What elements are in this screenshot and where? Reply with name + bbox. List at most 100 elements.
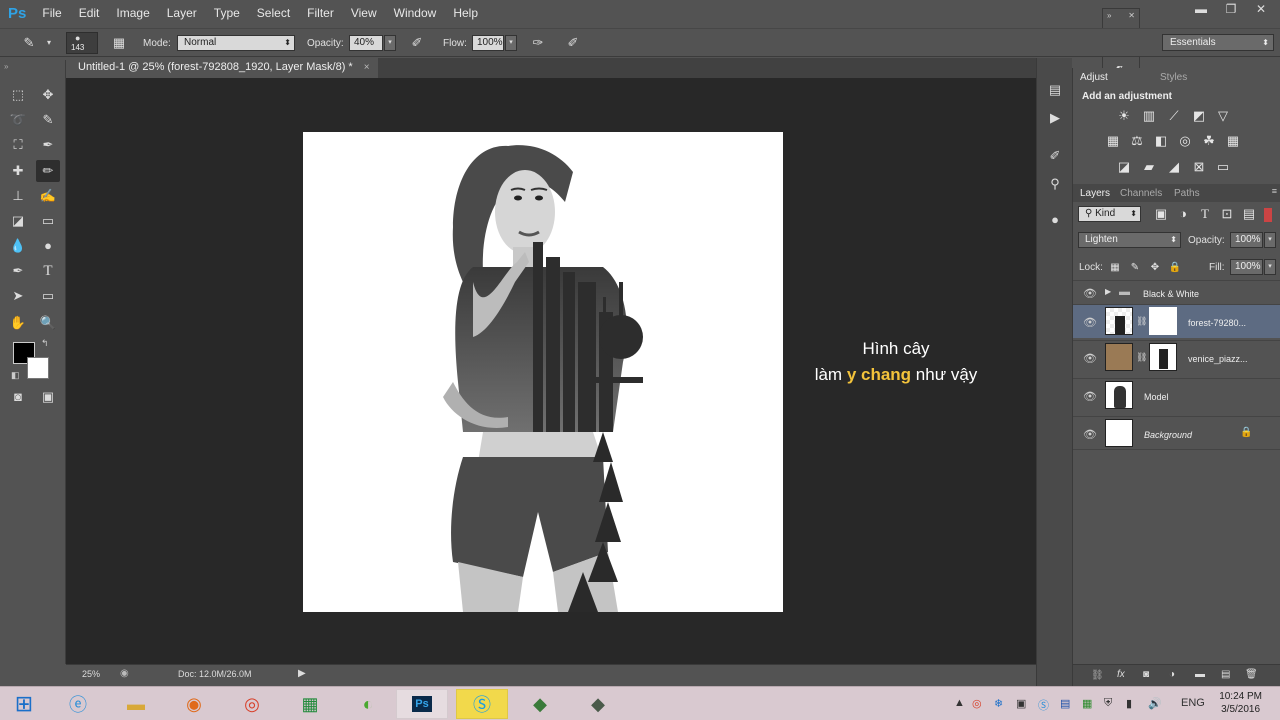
close-tab-icon[interactable]: × (364, 62, 370, 73)
collapse-icon[interactable]: » (4, 62, 8, 71)
filter-toggle[interactable] (1264, 208, 1272, 222)
status-menu-arrow-icon[interactable]: ▶ (298, 668, 306, 679)
screen-mode-icon[interactable]: ▣ (36, 386, 60, 408)
fx-icon[interactable]: fx (1117, 669, 1125, 680)
canvas-area[interactable]: Hình cây làm y chang như vậy (66, 78, 1036, 664)
eye-icon[interactable]: 👁 (1083, 428, 1097, 441)
quick-select-tool-icon[interactable]: ✎ (36, 109, 60, 131)
chrome-icon[interactable]: ◎ (226, 689, 278, 719)
taskbar-clock[interactable]: 10:24 PM 3/5/2016 (1219, 690, 1262, 716)
opacity-input[interactable]: 40% (349, 35, 383, 51)
pressure-size-icon[interactable]: ✐ (564, 34, 582, 52)
clone-stamp-tool-icon[interactable]: ⊥ (6, 185, 30, 207)
eyedropper-tool-icon[interactable]: ✒ (36, 134, 60, 156)
plugin-icon[interactable]: ● (1045, 210, 1065, 230)
layer-mask-thumbnail[interactable] (1149, 307, 1177, 335)
background-color-swatch[interactable] (27, 357, 49, 379)
menu-window[interactable]: Window (394, 6, 437, 20)
layer-mask-thumbnail[interactable] (1149, 343, 1177, 371)
tray-nvidia-icon[interactable]: ▦ (1082, 697, 1092, 710)
tab-styles[interactable]: Styles (1160, 72, 1187, 83)
workspace-dropdown[interactable]: Essentials ⬍ (1162, 34, 1274, 51)
layer-row-selected[interactable]: 👁 ⛓ forest-79280... (1073, 304, 1280, 338)
file-explorer-icon[interactable]: ▬ (110, 689, 162, 719)
brush-preset-icon[interactable]: ✎ (20, 34, 38, 52)
tray-monitor-icon[interactable]: ▤ (1060, 697, 1070, 710)
posterize-icon[interactable]: ▰ (1141, 159, 1157, 175)
exposure-icon[interactable]: ◩ (1191, 108, 1207, 124)
brush-presets-icon[interactable]: ✐ (1045, 146, 1065, 166)
menu-layer[interactable]: Layer (167, 6, 197, 20)
levels-icon[interactable]: ▥ (1141, 108, 1157, 124)
new-group-icon[interactable]: ▬ (1195, 669, 1205, 680)
invert-icon[interactable]: ◪ (1116, 159, 1132, 175)
link-layers-icon[interactable]: ⛓ (1091, 670, 1104, 681)
actions-icon[interactable]: ▶ (1045, 108, 1065, 128)
minimize-button[interactable]: ▬ (1188, 2, 1214, 18)
zoom-level[interactable]: 25% (82, 669, 100, 679)
gradient-tool-icon[interactable]: ▭ (36, 210, 60, 232)
menu-select[interactable]: Select (257, 6, 290, 20)
chevron-down-icon[interactable]: ▾ (40, 34, 58, 52)
panel-close-icon[interactable]: ✕ (1128, 11, 1135, 20)
marquee-tool-icon[interactable]: ⬚ (6, 84, 30, 106)
menu-file[interactable]: File (42, 6, 61, 20)
brush-tool-icon[interactable]: ✏ (36, 160, 60, 182)
document-canvas[interactable] (303, 132, 783, 612)
menu-filter[interactable]: Filter (307, 6, 334, 20)
panel-menu-icon[interactable]: ≡ (1272, 186, 1277, 196)
hand-tool-icon[interactable]: ✋ (6, 312, 30, 334)
clone-source-icon[interactable]: ⚲ (1045, 174, 1065, 194)
expand-arrow-icon[interactable]: ▶ (1105, 287, 1111, 296)
lock-transparent-icon[interactable]: ▦ (1107, 260, 1123, 276)
menu-type[interactable]: Type (214, 6, 240, 20)
rectangle-tool-icon[interactable]: ▭ (36, 285, 60, 307)
tray-expand-icon[interactable]: ▲ (954, 697, 965, 709)
history-brush-tool-icon[interactable]: ✍ (36, 185, 60, 207)
collapse-icon[interactable]: » (1107, 11, 1111, 20)
eraser-tool-icon[interactable]: ◪ (6, 210, 30, 232)
eye-icon[interactable]: 👁 (1083, 390, 1097, 403)
windows-start-icon[interactable]: ⊞ (0, 689, 48, 719)
brightness-icon[interactable]: ☀ (1116, 108, 1132, 124)
path-select-tool-icon[interactable]: ➤ (6, 285, 30, 307)
dodge-tool-icon[interactable]: ● (36, 235, 60, 257)
curves-icon[interactable]: ⟋ (1166, 108, 1182, 124)
tray-network-icon[interactable]: ▣ (1016, 697, 1026, 710)
restore-button[interactable]: ❐ (1218, 2, 1244, 18)
default-colors-icon[interactable]: ◧ (11, 370, 20, 381)
trash-icon[interactable]: 🗑 (1245, 669, 1258, 680)
filter-adjustment-icon[interactable]: ◑ (1175, 206, 1191, 222)
layer-opacity-input[interactable]: 100% (1230, 232, 1263, 248)
store-icon[interactable]: ▦ (284, 689, 336, 719)
coccoc-icon[interactable]: ◐ (342, 689, 394, 719)
swap-colors-icon[interactable]: ↰ (41, 338, 49, 349)
layer-filter-dropdown[interactable]: ⚲ Kind ⬍ (1078, 206, 1141, 222)
flow-input[interactable]: 100% (472, 35, 504, 51)
healing-brush-tool-icon[interactable]: ✚ (6, 160, 30, 182)
blur-tool-icon[interactable]: 💧 (6, 235, 30, 257)
filter-type-icon[interactable]: T (1197, 206, 1213, 222)
zoom-tool-icon[interactable]: 🔍 (36, 312, 60, 334)
eye-icon[interactable]: 👁 (1083, 316, 1097, 329)
channel-mixer-icon[interactable]: ☘ (1201, 133, 1217, 149)
brush-size-picker[interactable]: ● 143 (66, 32, 98, 54)
opacity-dropdown-button[interactable]: ▾ (384, 35, 396, 51)
add-mask-icon[interactable]: ◙ (1143, 669, 1149, 680)
pen-tool-icon[interactable]: ✒ (6, 260, 30, 282)
tray-volume-icon[interactable]: 🔊 (1148, 697, 1162, 710)
move-tool-icon[interactable]: ✥ (36, 84, 60, 106)
fill-dropdown-button[interactable]: ▾ (1264, 259, 1276, 275)
tab-adjustments[interactable]: Adjust (1080, 72, 1108, 83)
airbrush-icon[interactable]: ✑ (529, 34, 547, 52)
tray-chrome-icon[interactable]: ◎ (972, 697, 982, 710)
recorder-icon[interactable]: ◆ (572, 689, 624, 719)
layer-row-group[interactable]: 👁 ▶ ▬ Black & White (1073, 280, 1280, 304)
quick-mask-icon[interactable]: ◙ (6, 386, 30, 408)
filter-shape-icon[interactable]: ⊡ (1219, 206, 1235, 222)
pressure-opacity-icon[interactable]: ✐ (408, 34, 426, 52)
blend-mode-dropdown[interactable]: Lighten ⬍ (1078, 232, 1181, 248)
lasso-tool-icon[interactable]: ➰ (6, 109, 30, 131)
type-tool-icon[interactable]: T (36, 260, 60, 282)
lock-position-icon[interactable]: ✥ (1147, 260, 1163, 276)
